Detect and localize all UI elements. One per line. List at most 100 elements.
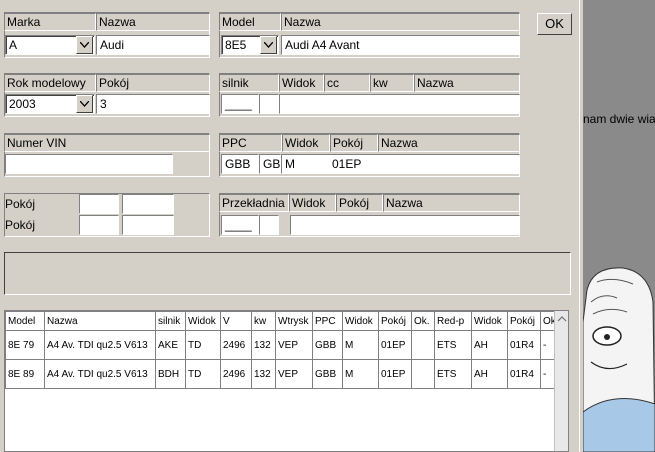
cell: BDH [155,359,186,389]
cell: 8E 79 [5,330,45,360]
table-row[interactable]: 8E 79 A4 Av. TDI qu2.5 V613 AKE TD 2496 … [5,330,564,360]
col-header[interactable]: PPC [312,311,343,331]
pokoj-field-2a[interactable] [79,215,119,235]
col-header[interactable]: kw [251,311,276,331]
pokoj-label-1: Pokój [5,197,36,211]
cell: VEP [275,330,313,360]
chevron-down-icon [80,101,89,107]
rok-pokoj-field[interactable]: 3 [96,94,210,114]
silnik-info-field [279,94,520,114]
scroll-up-icon[interactable] [556,314,568,324]
marka-dropdown-button[interactable] [76,36,93,54]
silnik-cc-header: cc [324,74,370,92]
cartoon-figure-icon [583,262,655,452]
marka-nazwa-header: Nazwa [96,13,210,31]
col-header[interactable]: Ok. [411,311,435,331]
rok-pokoj-header: Pokój [96,74,210,92]
col-header[interactable]: Widok [471,311,508,331]
silnik-widok-field[interactable] [259,94,279,114]
cell: AH [471,359,508,389]
pokoj-field-1b[interactable] [122,194,174,214]
cell: AH [471,330,508,360]
przekladnia-pokoj-header: Pokój [336,194,383,212]
col-header[interactable]: Widok [342,311,379,331]
cell: 01EP [378,330,412,360]
vertical-scrollbar[interactable] [554,311,568,451]
results-table[interactable]: Model Nazwa silnik Widok V kw Wtrysk PPC… [4,310,569,452]
cell: ETS [434,359,472,389]
pokoj-label-2: Pokój [5,218,36,232]
cell: 132 [251,359,276,389]
background-window: nam dwie wia [583,0,655,452]
cell: A4 Av. TDI qu2.5 V613 [44,359,156,389]
przekladnia-info-field [290,215,520,235]
ppc-widok-value: M [285,157,295,171]
col-header[interactable]: Red-p [434,311,472,331]
przekladnia-widok-field[interactable] [259,215,279,235]
model-dropdown-button[interactable] [260,36,277,54]
przekladnia-field[interactable]: ____ [221,215,259,235]
cell: 2496 [220,359,252,389]
cell: TD [185,359,221,389]
ppc-pokoj-value: 01EP [332,157,362,171]
przekladnia-header: Przekładnia [219,194,289,212]
cell: VEP [275,359,313,389]
background-text: nam dwie wia [583,112,655,126]
model-nazwa-header: Nazwa [281,13,520,31]
status-panel [4,252,571,295]
cell: AKE [155,330,186,360]
ppc-pokoj-header: Pokój [330,134,378,152]
col-header[interactable]: silnik [155,311,186,331]
ppc-widok-field[interactable]: GB [259,154,281,174]
cell: 01EP [378,359,412,389]
cell: GBB [312,330,343,360]
ppc-widok-header: Widok [282,134,330,152]
ppc-header: PPC [219,134,282,152]
ppc-info-field [281,154,520,174]
silnik-field[interactable]: ____ [221,94,259,114]
cell: M [342,330,379,360]
cell: A4 Av. TDI qu2.5 V613 [44,330,156,360]
rok-dropdown-button[interactable] [76,95,93,113]
cell: ETS [434,330,472,360]
col-header[interactable]: Widok [185,311,221,331]
silnik-widok-header: Widok [279,74,324,92]
pokoj-field-2b[interactable] [122,215,174,235]
cell: M [342,359,379,389]
vin-input[interactable] [5,154,173,174]
model-header: Model [219,13,281,31]
silnik-header: silnik [219,74,279,92]
results-grid: Model Nazwa silnik Widok V kw Wtrysk PPC… [5,311,564,389]
cell: 8E 89 [5,359,45,389]
rok-header: Rok modelowy [4,74,96,92]
vin-header: Numer VIN [4,134,210,152]
col-header[interactable]: Wtrysk [275,311,313,331]
col-header[interactable]: Nazwa [44,311,156,331]
table-header-row: Model Nazwa silnik Widok V kw Wtrysk PPC… [5,311,564,331]
ppc-field[interactable]: GBB [221,154,259,174]
ok-button[interactable]: OK [537,13,572,35]
col-header[interactable]: Model [5,311,45,331]
chevron-down-icon [80,42,89,48]
cell [411,359,435,389]
col-header[interactable]: Pokój [507,311,541,331]
cell: 01R4 [507,359,541,389]
pokoj-field-1a[interactable] [79,194,119,214]
cell: GBB [312,359,343,389]
cell [411,330,435,360]
cell: TD [185,330,221,360]
col-header[interactable]: Pokój [378,311,412,331]
marka-header: Marka [4,13,96,31]
cell: 2496 [220,330,252,360]
cell: 01R4 [507,330,541,360]
przekladnia-widok-header: Widok [289,194,336,212]
table-row[interactable]: 8E 89 A4 Av. TDI qu2.5 V613 BDH TD 2496 … [5,359,564,389]
przekladnia-nazwa-header: Nazwa [383,194,520,212]
silnik-nazwa-header: Nazwa [414,74,520,92]
marka-nazwa-field[interactable]: Audi [96,35,210,55]
model-nazwa-field[interactable]: Audi A4 Avant [281,35,520,55]
ppc-nazwa-header: Nazwa [378,134,520,152]
chevron-down-icon [264,42,273,48]
silnik-kw-header: kw [370,74,414,92]
col-header[interactable]: V [220,311,252,331]
